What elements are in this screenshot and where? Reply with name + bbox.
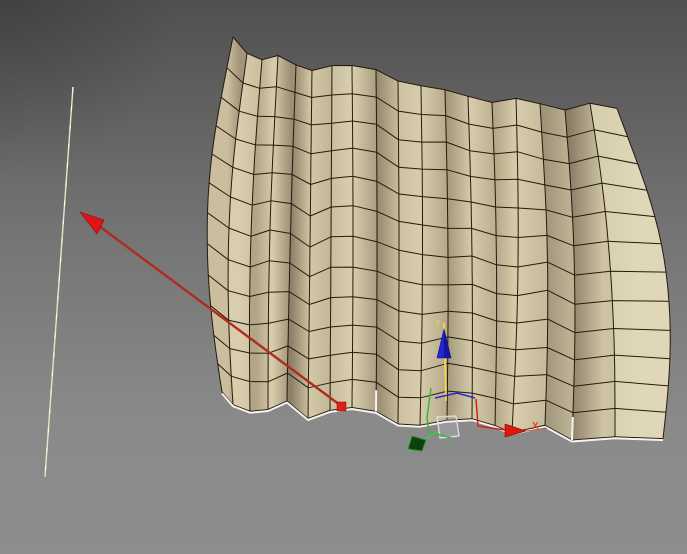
3d-viewport[interactable]: zX (0, 0, 687, 554)
guide-spline[interactable] (44, 86, 74, 478)
curtain-fold-face[interactable] (445, 89, 473, 421)
curtain-fold-face[interactable] (330, 65, 353, 411)
curtain-mesh[interactable] (207, 37, 671, 440)
direction-arrow-anchor[interactable] (336, 401, 347, 412)
direction-arrow-head[interactable] (79, 211, 105, 235)
curtain-fold-face[interactable] (376, 69, 399, 424)
gizmo-z-label: z (436, 318, 440, 327)
selection-outline-tick (571, 416, 574, 441)
gizmo-y-cone[interactable] (407, 435, 427, 452)
gizmo-x-label: X (532, 421, 539, 432)
curtain-fold-face[interactable] (398, 81, 423, 426)
scene-canvas[interactable]: zX (0, 0, 687, 554)
